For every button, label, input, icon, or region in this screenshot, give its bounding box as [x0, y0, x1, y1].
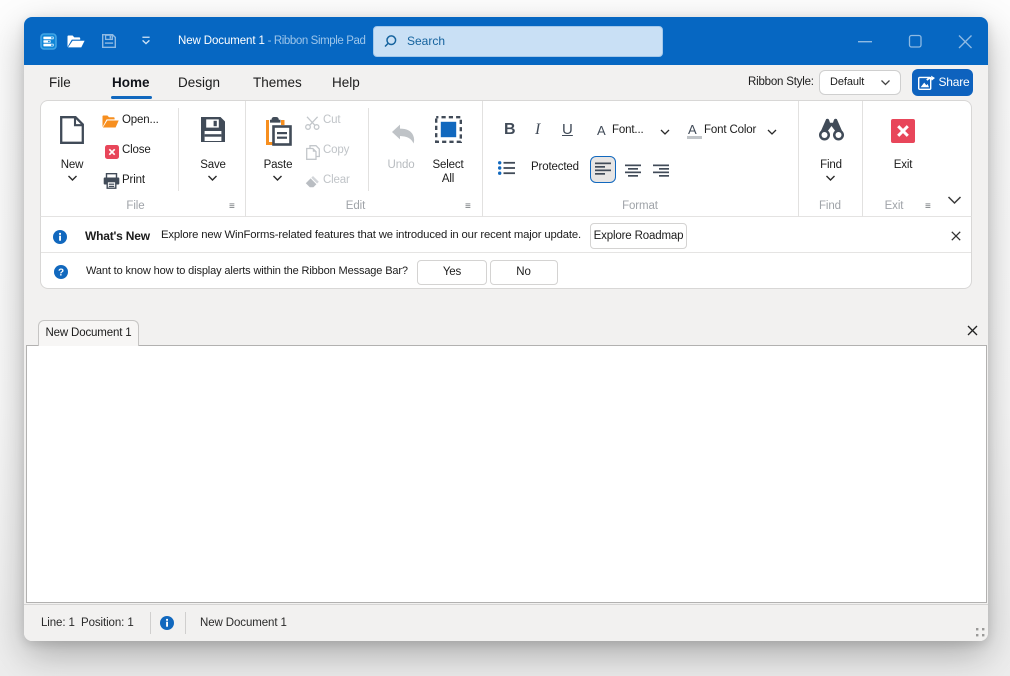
svg-text:?: ?	[58, 267, 64, 278]
